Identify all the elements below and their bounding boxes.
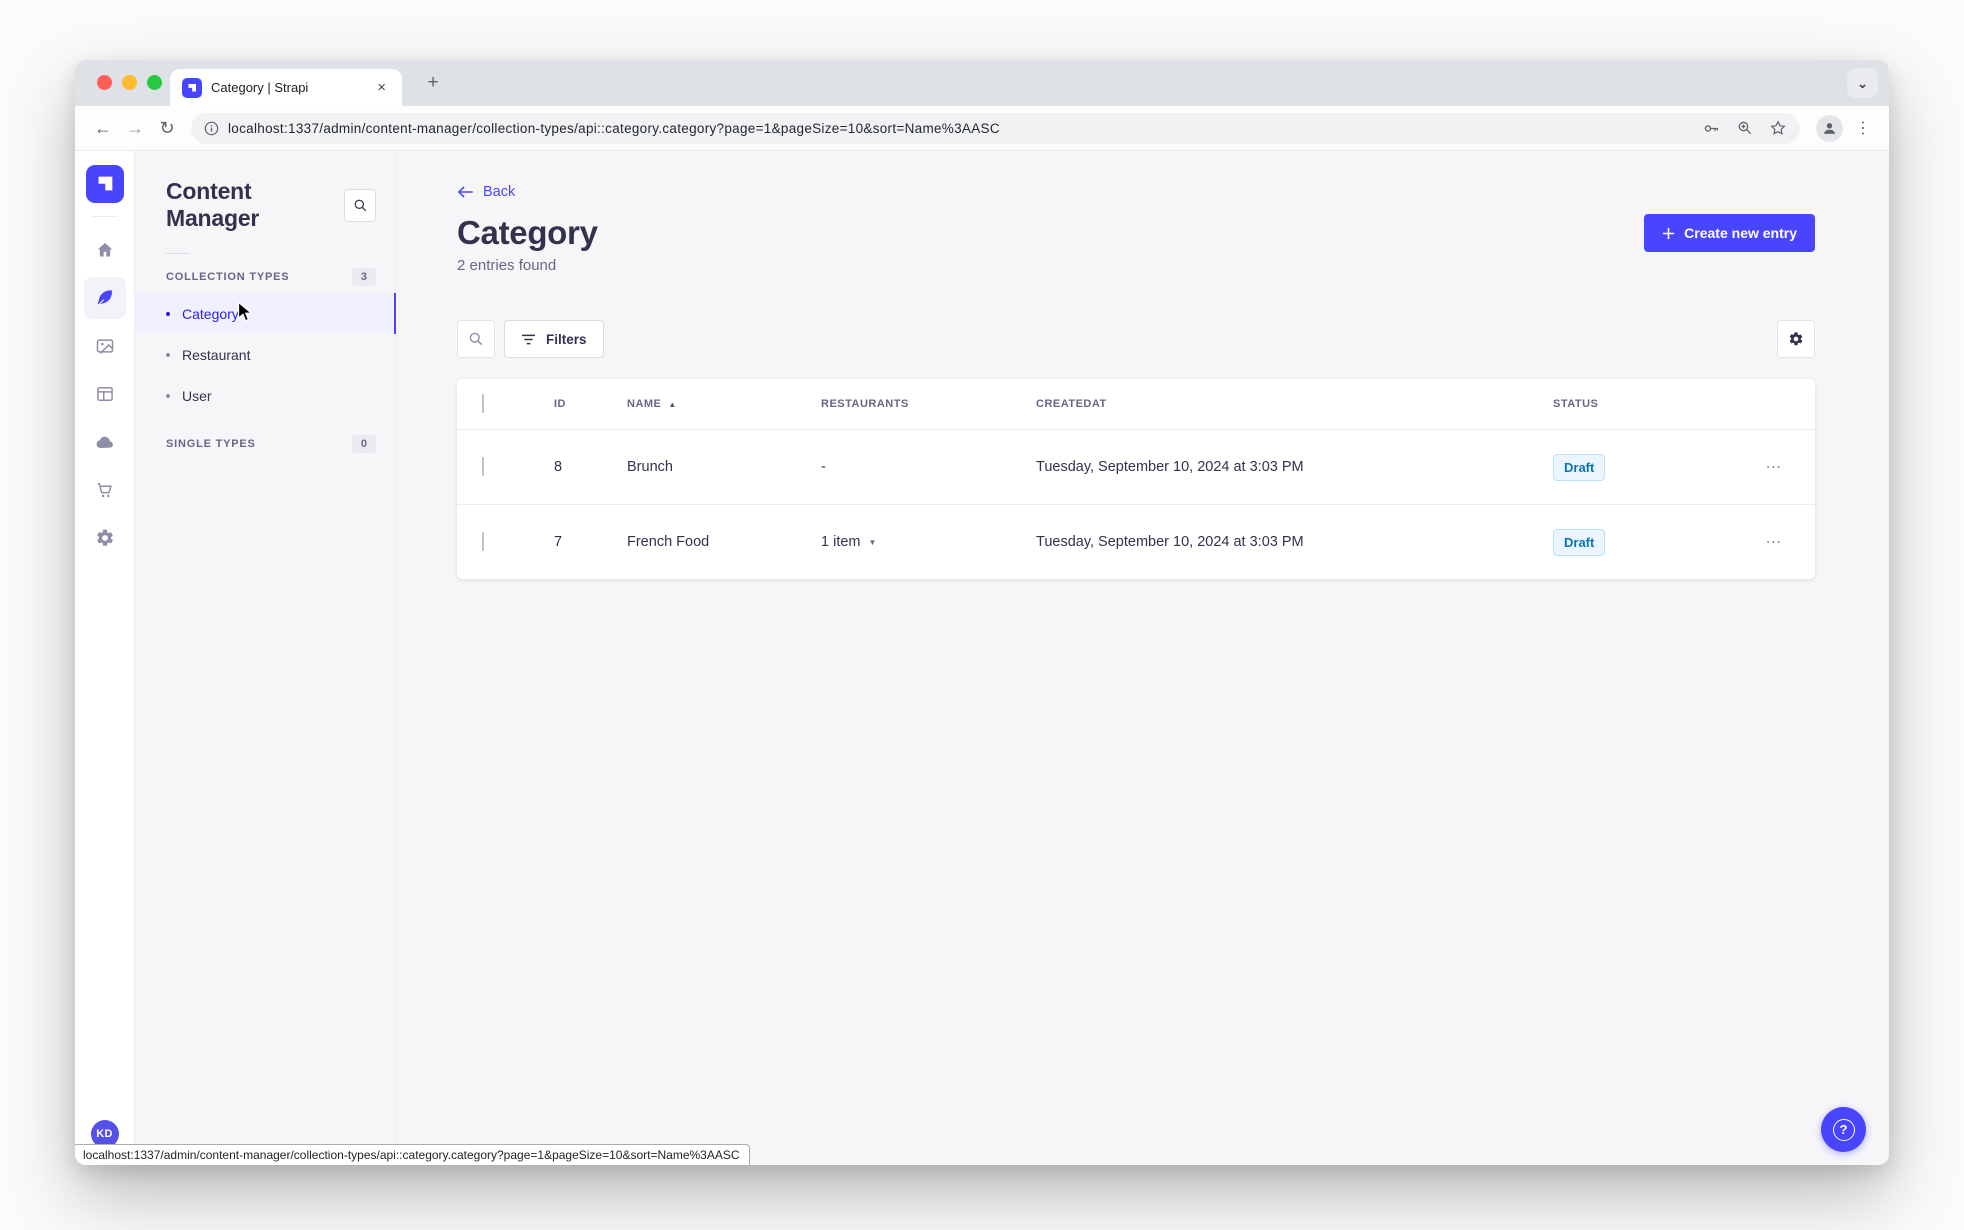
home-icon[interactable] [84,229,126,271]
table-row[interactable]: 8 Brunch - Tuesday, September 10, 2024 a… [457,429,1815,504]
row-actions-icon[interactable]: ⋯ [1766,457,1783,477]
view-settings-button[interactable] [1777,320,1815,358]
cell-name: French Food [627,534,710,550]
browser-window: Category | Strapi × + ⌄ ← → ↻ localhost:… [75,60,1889,1165]
help-button[interactable]: ? [1821,1107,1866,1152]
cloud-icon[interactable] [84,421,126,463]
caret-down-icon: ▼ [868,537,877,547]
tab-title: Category | Strapi [211,80,309,95]
back-link[interactable]: Back [457,184,515,200]
page-title: Category [457,214,598,251]
rail-divider [91,216,118,217]
browser-toolbar: ← → ↻ localhost:1337/admin/content-manag… [75,106,1889,151]
tab-search-chevron-icon[interactable]: ⌄ [1847,68,1878,98]
row-actions-icon[interactable]: ⋯ [1766,532,1783,552]
bookmark-star-icon[interactable] [1769,119,1787,137]
marketplace-icon[interactable] [84,469,126,511]
content-manager-icon[interactable] [83,277,126,319]
subnav-search-button[interactable] [344,188,376,222]
strapi-favicon [182,77,202,98]
cell-id: 8 [554,459,563,475]
reload-icon[interactable]: ↻ [151,112,183,144]
subnav-title: Content Manager [166,178,260,231]
settings-icon[interactable] [84,517,126,559]
collection-types-count: 3 [351,268,376,286]
table-row[interactable]: 7 French Food 1 item ▼ Tuesday, Septembe… [457,504,1815,579]
cell-createdat: Tuesday, September 10, 2024 at 3:03 PM [1036,534,1304,550]
bullet-icon [166,311,170,316]
browser-profile-avatar[interactable] [1816,114,1843,142]
forward-nav-icon[interactable]: → [119,112,151,144]
subnav-divider [166,253,190,254]
row-checkbox[interactable] [482,457,484,476]
browser-menu-icon[interactable]: ⋮ [1849,118,1877,138]
sidebar-item-user[interactable]: User [135,375,395,416]
main-content: Back Category Create new entry 2 entries… [396,151,1889,1165]
content-type-builder-icon[interactable] [84,373,126,415]
close-window-button[interactable] [97,75,112,90]
status-badge: Draft [1553,528,1606,556]
main-nav-rail: KD [75,151,135,1165]
collection-types-label: COLLECTION TYPES [166,271,290,283]
create-button-label: Create new entry [1684,225,1797,241]
help-icon: ? [1832,1118,1855,1141]
sidebar-item-restaurant[interactable]: Restaurant [135,334,395,375]
search-entries-button[interactable] [457,320,495,358]
status-badge: Draft [1553,453,1606,481]
password-key-icon[interactable] [1702,119,1721,138]
cell-name: Brunch [627,459,673,475]
zoom-icon[interactable] [1736,119,1754,137]
cell-restaurants[interactable]: 1 item ▼ [821,534,1036,550]
media-library-icon[interactable] [84,325,126,367]
column-header-status[interactable]: STATUS [1553,398,1733,410]
bullet-icon [166,393,170,398]
sidebar-item-label: User [182,387,212,404]
single-types-label: SINGLE TYPES [166,438,256,450]
content-manager-subnav: Content Manager COLLECTION TYPES 3 Categ… [135,151,396,1165]
minimize-window-button[interactable] [122,75,137,90]
bullet-icon [166,352,170,357]
sidebar-item-label: Category [182,305,239,322]
back-nav-icon[interactable]: ← [87,112,119,144]
traffic-lights [97,75,162,90]
entries-count: 2 entries found [457,257,557,274]
tab-strip: Category | Strapi × + ⌄ [75,60,1889,106]
sidebar-item-label: Restaurant [182,346,251,363]
cell-id: 7 [554,534,563,550]
sidebar-item-category[interactable]: Category [135,293,396,334]
create-new-entry-button[interactable]: Create new entry [1644,214,1815,252]
site-info-icon[interactable] [204,121,219,136]
filters-label: Filters [546,331,587,347]
back-label: Back [483,184,516,200]
browser-tab[interactable]: Category | Strapi × [170,69,402,106]
cell-createdat: Tuesday, September 10, 2024 at 3:03 PM [1036,459,1304,475]
new-tab-button[interactable]: + [419,69,447,97]
column-header-name[interactable]: NAME ▲ [627,398,821,410]
entries-table: ID NAME ▲ RESTAURANTS CREATEDAT STATUS 8… [457,379,1815,579]
select-all-checkbox[interactable] [482,394,484,413]
zoom-window-button[interactable] [147,75,162,90]
row-checkbox[interactable] [482,532,484,551]
url-text[interactable]: localhost:1337/admin/content-manager/col… [228,121,1692,136]
cell-restaurants: - [821,459,826,475]
sort-asc-icon: ▲ [668,399,677,409]
column-header-restaurants[interactable]: RESTAURANTS [821,398,1036,410]
strapi-logo[interactable] [85,165,124,203]
close-tab-icon[interactable]: × [373,77,390,98]
single-types-count: 0 [351,435,376,453]
link-preview-status-bar: localhost:1337/admin/content-manager/col… [75,1144,750,1165]
filters-button[interactable]: Filters [504,320,604,358]
table-header-row: ID NAME ▲ RESTAURANTS CREATEDAT STATUS [457,379,1815,429]
mouse-cursor [237,301,255,325]
strapi-admin: KD Content Manager COLLECTION TYPES 3 Ca… [75,151,1889,1165]
column-header-createdat[interactable]: CREATEDAT [1036,398,1553,410]
column-header-id[interactable]: ID [554,398,627,410]
address-bar[interactable]: localhost:1337/admin/content-manager/col… [191,112,1800,144]
